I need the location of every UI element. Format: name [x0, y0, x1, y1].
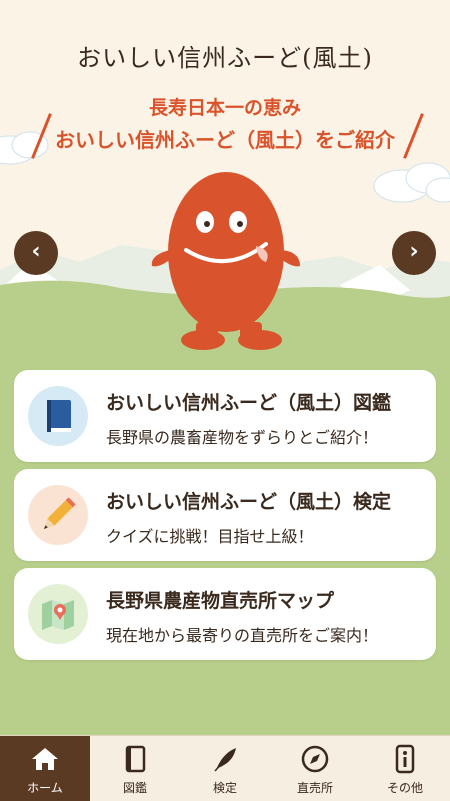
menu-card-map[interactable]: 長野県農産物直売所マップ 現在地から最寄りの直売所をご案内！ [14, 568, 436, 660]
carousel-next-button[interactable]: › [392, 231, 436, 275]
menu-card-zukan[interactable]: おいしい信州ふーど（風土）図鑑 長野県の農畜産物をずらりとご紹介！ [14, 370, 436, 462]
home-icon [32, 748, 58, 770]
chevron-right-icon: › [409, 239, 419, 264]
quill-icon [214, 748, 236, 772]
tab-label: その他 [386, 781, 423, 795]
menu-card-kentei[interactable]: おいしい信州ふーど（風土）検定 クイズに挑戦！目指せ上級！ [14, 469, 436, 561]
tab-home[interactable]: ホーム [0, 736, 90, 801]
pencil-icon [28, 485, 88, 545]
tab-chokubaijo[interactable]: 直売所 [270, 736, 360, 801]
book-icon [28, 386, 88, 446]
menu-card-title: 長野県農産物直売所マップ [106, 590, 335, 612]
chevron-left-icon: ‹ [31, 239, 41, 264]
tab-other[interactable]: その他 [360, 736, 450, 801]
menu-card-title: おいしい信州ふーど（風土）図鑑 [106, 392, 392, 414]
app-logo: おいしい信州ふーど(風土) [77, 44, 373, 72]
bottom-tab-bar: ホーム 図鑑 検定 直売所 その他 [0, 735, 450, 801]
tab-kentei[interactable]: 検定 [180, 736, 270, 801]
tab-label: 図鑑 [122, 781, 147, 795]
tab-label: 検定 [212, 781, 237, 795]
menu-card-description: 現在地から最寄りの直売所をご案内！ [106, 626, 379, 645]
menu-card-description: クイズに挑戦！目指せ上級！ [106, 527, 314, 546]
hero-title: 長寿日本一の恵み おいしい信州ふーど（風土）をご紹介 [0, 95, 450, 155]
cloud-right [373, 162, 450, 203]
tab-zukan[interactable]: 図鑑 [90, 736, 180, 801]
map-icon [28, 584, 88, 644]
menu-card-description: 長野県の農畜産物をずらりとご紹介！ [106, 428, 379, 447]
hero-title-line1: 長寿日本一の恵み [148, 97, 301, 119]
tab-label: ホーム [27, 781, 63, 795]
menu-card-title: おいしい信州ふーど（風土）検定 [106, 491, 392, 513]
info-icon [395, 744, 415, 774]
hero-title-line2: おいしい信州ふーど（風土）をご紹介 [55, 128, 395, 152]
tab-label: 直売所 [296, 781, 333, 795]
carousel-prev-button[interactable]: ‹ [14, 231, 58, 275]
book-icon [125, 745, 146, 773]
compass-icon [301, 745, 329, 773]
